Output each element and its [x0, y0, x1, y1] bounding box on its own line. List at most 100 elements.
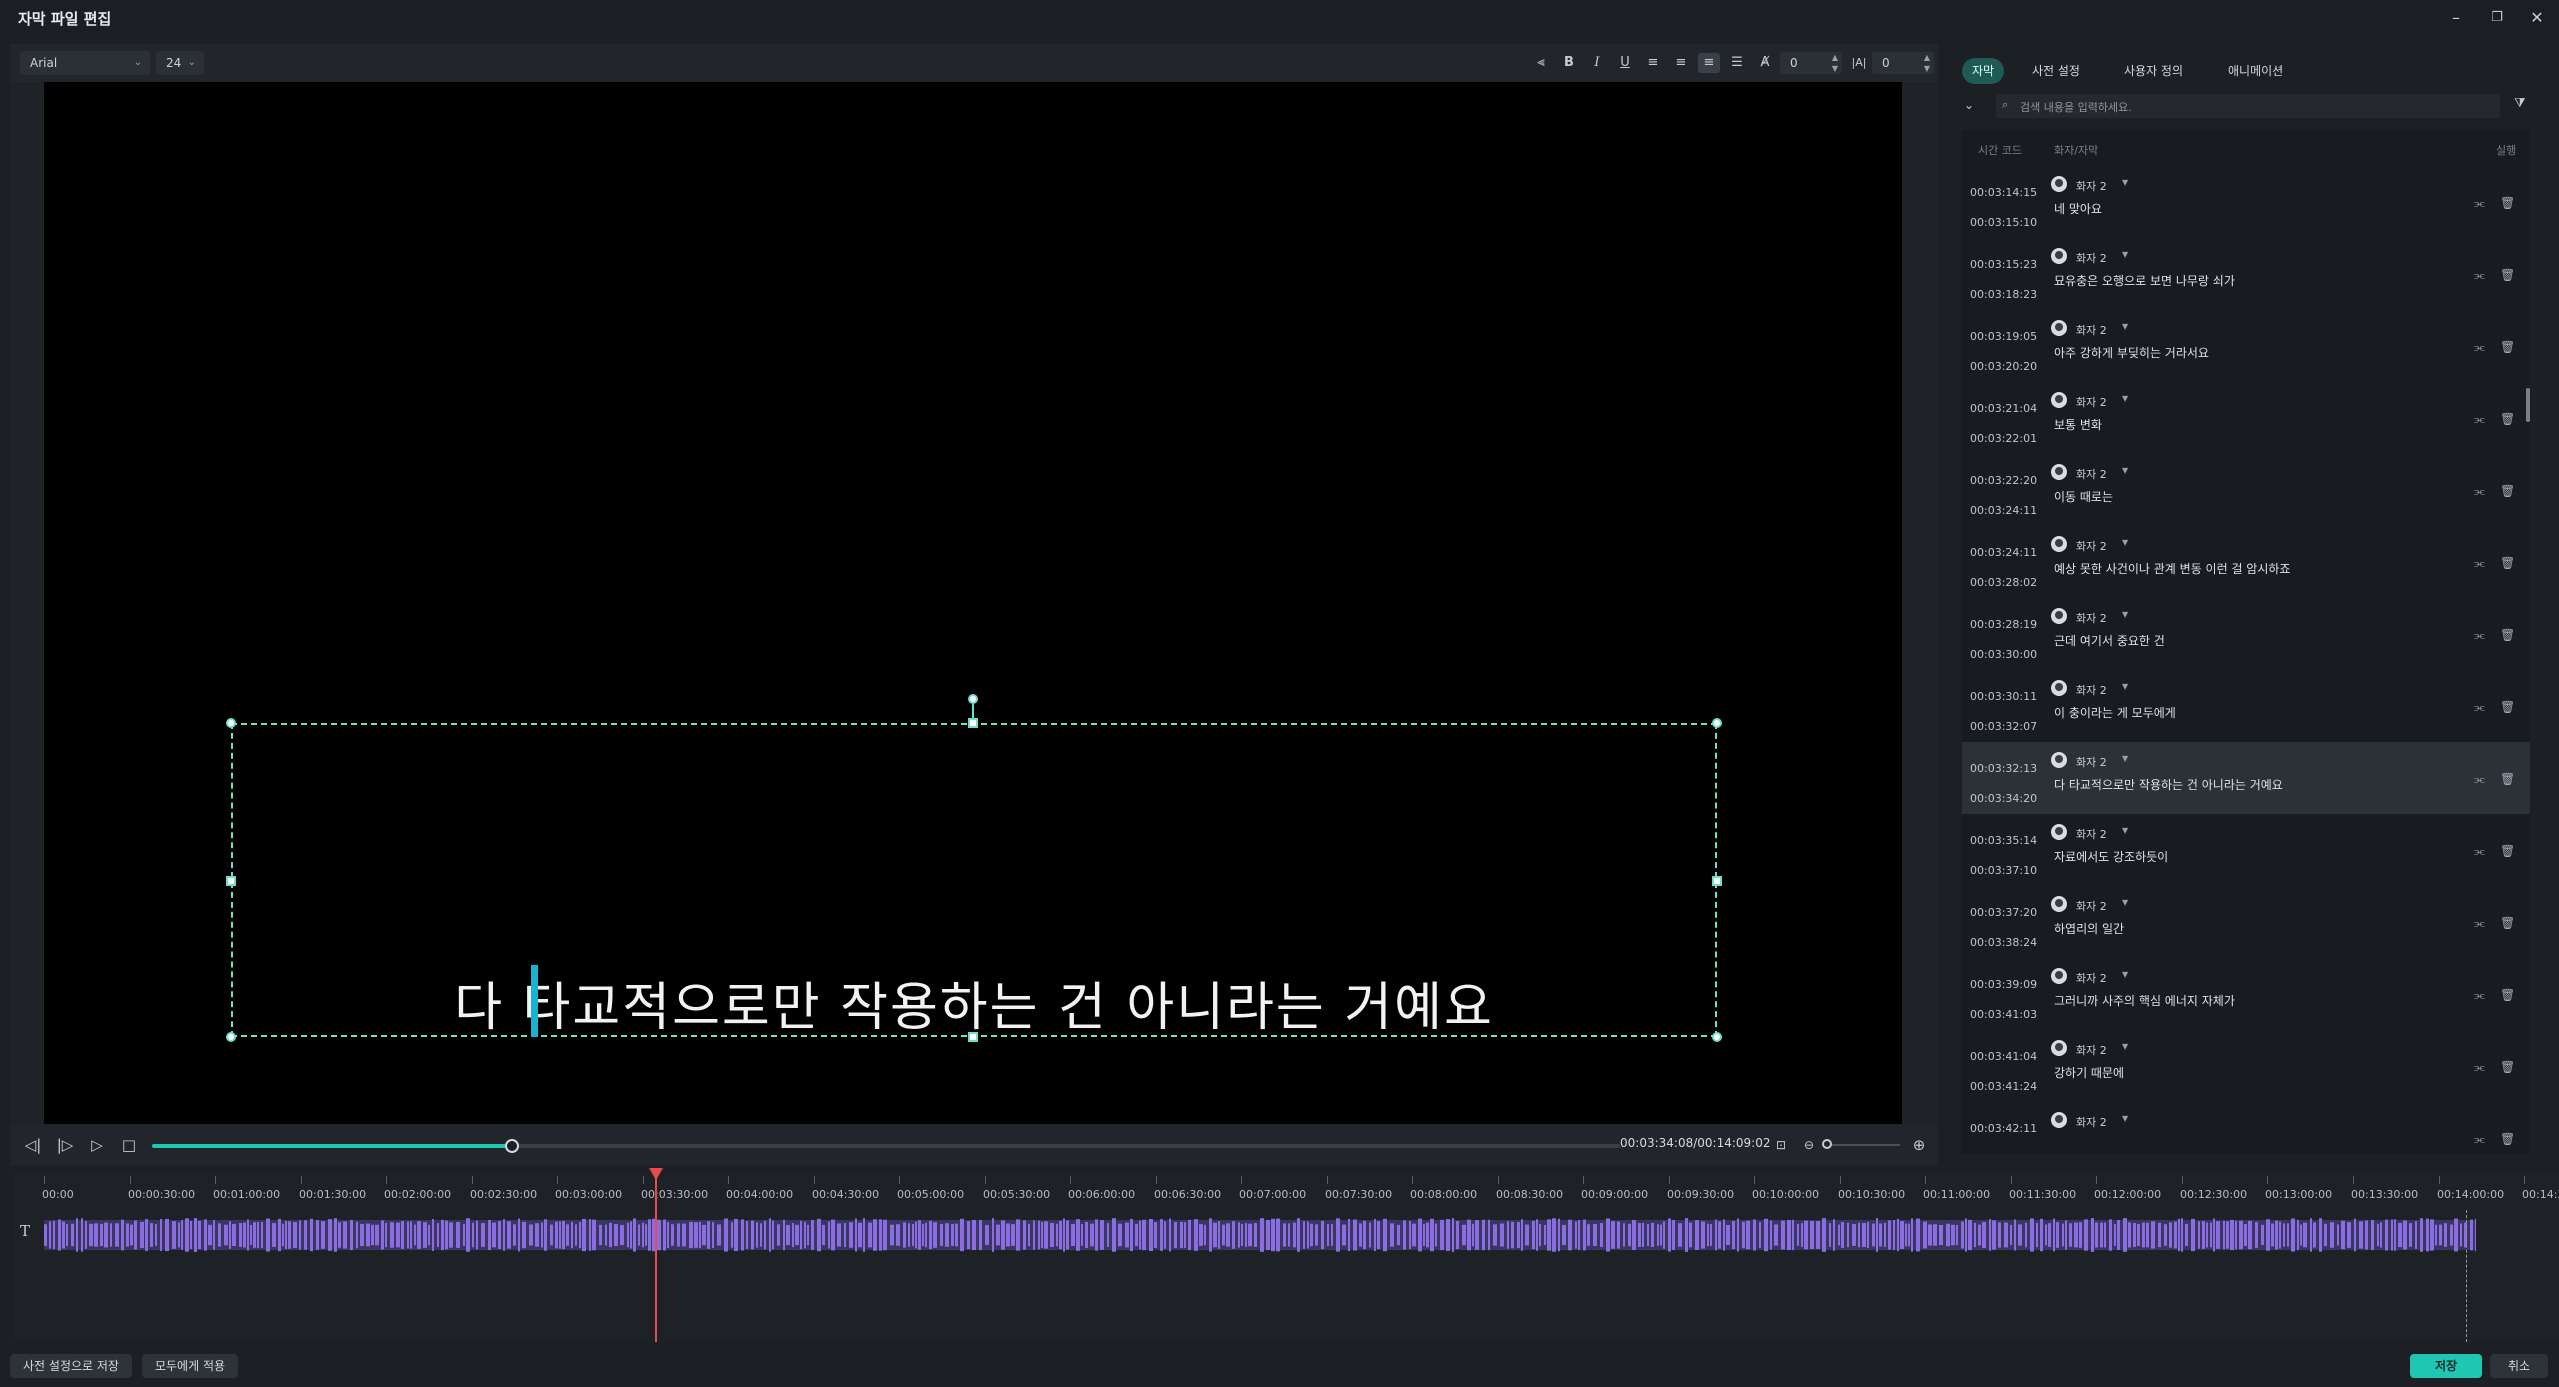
subtitle-clip[interactable] — [1642, 1223, 1644, 1247]
subtitle-clip[interactable] — [756, 1222, 758, 1248]
subtitle-clip[interactable] — [1363, 1220, 1366, 1250]
row-end-time[interactable]: 00:03:34:20 — [1970, 792, 2037, 805]
subtitle-clip[interactable] — [2040, 1218, 2043, 1252]
subtitle-clip[interactable] — [100, 1223, 103, 1247]
split-icon[interactable]: ⫘ — [2474, 1060, 2485, 1075]
subtitle-clip[interactable] — [1575, 1221, 1577, 1249]
subtitle-clip[interactable] — [2271, 1223, 2274, 1247]
subtitle-clip[interactable] — [1245, 1223, 1247, 1247]
subtitle-clip[interactable] — [550, 1224, 553, 1246]
subtitle-clip[interactable] — [1041, 1221, 1043, 1249]
subtitle-clip[interactable] — [185, 1218, 189, 1252]
subtitle-clip[interactable] — [1044, 1221, 1048, 1249]
subtitle-clip[interactable] — [218, 1223, 221, 1247]
subtitle-clip[interactable] — [390, 1222, 394, 1248]
align-justify-icon[interactable]: ☰ — [1726, 53, 1748, 73]
subtitle-clip[interactable] — [1066, 1220, 1069, 1250]
subtitle-clip[interactable] — [2303, 1222, 2307, 1248]
subtitle-clip[interactable] — [800, 1220, 802, 1250]
trash-icon[interactable]: 🗑 — [2500, 1060, 2515, 1074]
subtitle-clip[interactable] — [831, 1219, 835, 1251]
subtitle-clip[interactable] — [316, 1220, 319, 1250]
subtitle-clip[interactable] — [381, 1220, 384, 1250]
subtitle-clip[interactable] — [2069, 1223, 2072, 1247]
subtitle-clip[interactable] — [2297, 1219, 2299, 1251]
subtitle-clip[interactable] — [1916, 1218, 1920, 1252]
chevron-down-icon[interactable]: ▼ — [2122, 466, 2128, 475]
subtitle-clip[interactable] — [449, 1222, 453, 1248]
trash-icon[interactable]: 🗑 — [2500, 268, 2515, 282]
row-subtitle-text[interactable]: 묘유충은 오행으로 보면 나무랑 쇠가 — [2054, 272, 2235, 289]
subtitle-clip[interactable] — [1107, 1223, 1109, 1247]
subtitle-clip[interactable] — [1593, 1224, 1597, 1246]
row-end-time[interactable]: 00:03:32:07 — [1970, 720, 2037, 733]
subtitle-clip[interactable] — [1353, 1219, 1357, 1251]
tab-custom[interactable]: 사용자 정의 — [2114, 58, 2193, 84]
split-icon[interactable]: ⫘ — [2474, 412, 2485, 427]
subtitle-clip[interactable] — [1033, 1220, 1035, 1250]
subtitle-clip[interactable] — [1418, 1218, 1422, 1252]
subtitle-clip[interactable] — [1297, 1218, 1300, 1252]
subtitle-clip[interactable] — [250, 1224, 252, 1246]
align-left-text-icon[interactable]: ≡ — [1642, 53, 1664, 73]
subtitle-clip[interactable] — [190, 1220, 192, 1250]
subtitle-clip[interactable] — [1742, 1221, 1745, 1249]
subtitle-clip[interactable] — [432, 1219, 434, 1251]
subtitle-clip[interactable] — [1023, 1220, 1026, 1250]
speaker-select[interactable]: 화자 2 — [2076, 826, 2107, 842]
subtitle-clip[interactable] — [213, 1220, 215, 1250]
subtitle-clip[interactable] — [2319, 1218, 2322, 1252]
subtitle-clip[interactable] — [2310, 1218, 2312, 1252]
subtitle-clip[interactable] — [1638, 1223, 1641, 1247]
subtitle-clip[interactable] — [689, 1221, 693, 1249]
zoom-knob[interactable] — [1822, 1139, 1832, 1149]
subtitle-clip[interactable] — [1452, 1218, 1454, 1252]
row-end-time[interactable]: 00:03:15:10 — [1970, 216, 2037, 229]
subtitle-clip[interactable] — [751, 1220, 754, 1250]
row-start-time[interactable]: 00:03:14:15 — [1970, 186, 2037, 199]
subtitle-clip[interactable] — [844, 1222, 846, 1248]
subtitle-clip[interactable] — [104, 1222, 108, 1248]
subtitle-clip[interactable] — [2137, 1224, 2140, 1246]
play-icon[interactable]: ▷ — [86, 1134, 108, 1156]
subtitle-clip[interactable] — [1303, 1221, 1305, 1249]
subtitle-clip[interactable] — [239, 1223, 242, 1247]
subtitle-clip[interactable] — [2313, 1222, 2316, 1248]
subtitle-clip[interactable] — [1397, 1224, 1400, 1246]
subtitle-clip[interactable] — [1209, 1218, 1212, 1252]
subtitle-row[interactable]: 00:03:22:20 00:03:24:11 화자 2 ▼ 이동 때로는 ⫘ 🗑 — [1962, 454, 2530, 526]
subtitle-clip[interactable] — [1184, 1222, 1186, 1248]
cancel-button[interactable]: 취소 — [2490, 1354, 2548, 1378]
subtitle-clip[interactable] — [1723, 1219, 1725, 1251]
subtitle-clip[interactable] — [1310, 1223, 1313, 1247]
subtitle-clip[interactable] — [2444, 1223, 2447, 1247]
subtitle-clip[interactable] — [1544, 1224, 1546, 1246]
split-icon[interactable]: ⫘ — [2474, 772, 2485, 787]
subtitle-clip[interactable] — [1321, 1220, 1324, 1250]
subtitle-clip[interactable] — [1488, 1219, 1490, 1251]
subtitle-clip[interactable] — [2142, 1222, 2145, 1248]
subtitle-clip[interactable] — [247, 1219, 249, 1251]
row-start-time[interactable]: 00:03:15:23 — [1970, 258, 2037, 271]
subtitle-clip[interactable] — [614, 1223, 618, 1247]
subtitle-clip[interactable] — [1423, 1223, 1425, 1247]
subtitle-clip[interactable] — [1482, 1219, 1485, 1251]
subtitle-clip[interactable] — [1112, 1218, 1116, 1252]
chevron-down-icon[interactable]: ▼ — [2122, 1042, 2128, 1051]
subtitle-clip[interactable] — [224, 1224, 228, 1246]
subtitle-clip[interactable] — [1816, 1221, 1820, 1249]
subtitle-clip[interactable] — [1974, 1222, 1976, 1248]
subtitle-clip[interactable] — [1369, 1222, 1371, 1248]
subtitle-clip[interactable] — [1905, 1223, 1907, 1247]
prev-frame-icon[interactable]: ◁| — [22, 1134, 44, 1156]
subtitle-clip[interactable] — [410, 1221, 412, 1249]
row-subtitle-text[interactable]: 자료에서도 강조하듯이 — [2054, 848, 2168, 865]
subtitle-clip[interactable] — [1578, 1220, 1580, 1250]
subtitle-clip[interactable] — [2420, 1218, 2423, 1252]
close-button[interactable]: ✕ — [2524, 6, 2550, 30]
subtitle-clip[interactable] — [657, 1219, 661, 1251]
subtitle-clip[interactable] — [1770, 1220, 1772, 1250]
subtitle-clip[interactable] — [2261, 1224, 2264, 1246]
stepper-icon[interactable]: ▲ ▼ — [1832, 52, 1838, 74]
subtitle-clip[interactable] — [559, 1221, 561, 1249]
